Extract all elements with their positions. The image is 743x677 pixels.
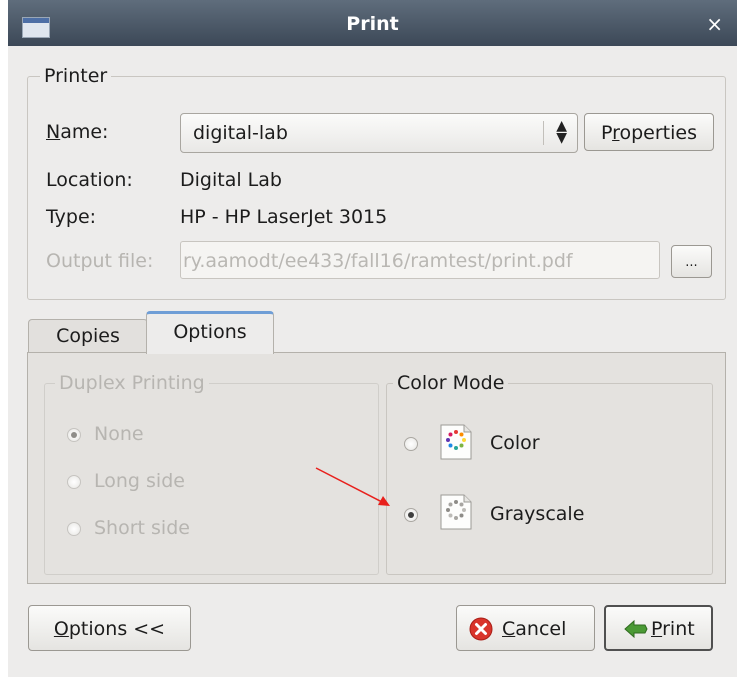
grayscale-palette-icon (440, 494, 472, 530)
print-label-rest: rint (662, 618, 695, 640)
color-mode-legend: Color Mode (393, 372, 509, 394)
tab-copies-label: Copies (56, 325, 120, 347)
tab-options[interactable]: Options (146, 311, 274, 354)
duplex-long-radio[interactable] (67, 475, 81, 489)
output-file-label: Output file: (46, 250, 154, 272)
close-icon[interactable]: × (706, 14, 723, 34)
cancel-label-rest: ancel (515, 618, 567, 640)
duplex-none-radio[interactable] (67, 428, 81, 442)
grayscale-label: Grayscale (490, 503, 585, 525)
grayscale-radio[interactable] (404, 508, 418, 522)
tab-options-label: Options (173, 321, 247, 343)
location-label: Location: (46, 169, 133, 191)
title-bar: Print × (8, 0, 737, 46)
name-label-rest: ame: (60, 121, 109, 143)
duplex-none-label: None (94, 423, 144, 445)
options-toggle-label-rest: ptions << (68, 618, 166, 640)
combo-updown-icon: ▲ ▼ (556, 118, 567, 146)
duplex-frame-legend: Duplex Printing (55, 372, 209, 394)
cancel-button[interactable]: Cancel (456, 605, 595, 651)
printer-frame-legend: Printer (40, 65, 112, 87)
options-toggle-button[interactable]: Options << (28, 605, 191, 651)
output-file-field[interactable]: ry.aamodt/ee433/fall16/ramtest/print.pdf (180, 241, 660, 279)
cancel-button-label: Cancel (502, 618, 567, 640)
color-mode-frame (386, 383, 713, 575)
properties-button[interactable]: Properties (584, 113, 714, 151)
annotation-arrow (315, 467, 390, 506)
window-title: Print (346, 13, 399, 35)
tab-copies[interactable]: Copies (28, 319, 148, 353)
duplex-short-label: Short side (94, 517, 190, 539)
name-label: Name: (46, 121, 109, 143)
color-palette-icon (440, 424, 472, 460)
print-button-label: Print (651, 618, 695, 640)
duplex-short-radio[interactable] (67, 522, 81, 536)
color-label: Color (490, 432, 540, 454)
options-toggle-label: Options << (53, 618, 166, 640)
color-radio[interactable] (404, 437, 418, 451)
properties-button-label: Properties (600, 122, 698, 144)
location-value: Digital Lab (180, 169, 282, 191)
duplex-long-label: Long side (94, 470, 185, 492)
print-arrow-icon (624, 619, 648, 639)
type-value: HP - HP LaserJet 3015 (180, 206, 388, 228)
browse-button-label: ... (685, 255, 698, 270)
properties-label-rest: operties (619, 122, 698, 144)
type-label: Type: (46, 206, 97, 228)
print-button[interactable]: Print (604, 605, 713, 651)
print-dialog: Print × Printer Name: digital-lab ▲ ▼ Pro… (8, 0, 737, 677)
browse-button[interactable]: ... (671, 245, 712, 278)
combo-separator (543, 121, 544, 145)
printer-name-value: digital-lab (193, 122, 288, 144)
printer-name-combo[interactable]: digital-lab ▲ ▼ (180, 113, 578, 153)
cancel-icon (469, 617, 493, 641)
